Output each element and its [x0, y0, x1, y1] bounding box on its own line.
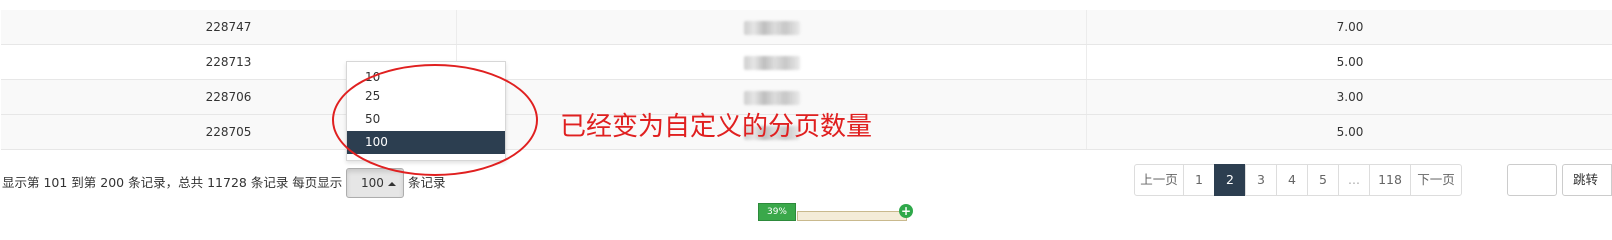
page-button[interactable]: 4	[1276, 164, 1308, 196]
table-row: 228713 5.00	[1, 45, 1612, 80]
jump-button[interactable]: 跳转	[1562, 164, 1612, 196]
floating-percent-badge: 39%	[758, 203, 796, 221]
blurred-text	[743, 55, 800, 70]
table-row: 228747 7.00	[1, 10, 1612, 45]
row-amount: 7.00	[1336, 20, 1364, 34]
row-amount: 5.00	[1336, 55, 1364, 69]
blurred-text	[743, 20, 800, 35]
pagination: 上一页 1 2 3 4 5 ... 118 下一页	[1134, 164, 1462, 196]
page-size-select-button[interactable]: 100	[346, 168, 404, 198]
page-button[interactable]: 3	[1245, 164, 1277, 196]
prev-page-button[interactable]: 上一页	[1134, 164, 1184, 196]
floating-progress-bar	[797, 211, 907, 221]
row-id: 228747	[1, 10, 457, 44]
page-size-option[interactable]: 10	[347, 70, 505, 85]
jump-page-input[interactable]	[1507, 164, 1557, 196]
row-name-blurred	[457, 10, 1087, 44]
page-size-dropdown-menu: 10 25 50 100	[346, 61, 506, 161]
page-size-value: 100	[361, 176, 384, 190]
plus-icon[interactable]: +	[899, 204, 913, 218]
page-ellipsis: ...	[1338, 164, 1370, 196]
blurred-text	[743, 90, 800, 105]
page-size-option-selected[interactable]: 100	[347, 131, 505, 154]
page-button[interactable]: 5	[1307, 164, 1339, 196]
row-amount: 3.00	[1336, 90, 1364, 104]
records-info-prefix: 显示第 101 到第 200 条记录，总共 11728 条记录 每页显示	[2, 175, 343, 190]
row-name-blurred	[457, 45, 1087, 79]
page-button-last[interactable]: 118	[1369, 164, 1411, 196]
next-page-button[interactable]: 下一页	[1410, 164, 1462, 196]
page-size-option[interactable]: 50	[347, 108, 505, 131]
records-info-suffix: 条记录	[408, 175, 446, 190]
caret-up-icon	[387, 181, 396, 186]
row-amount: 5.00	[1336, 125, 1364, 139]
annotation-text: 已经变为自定义的分页数量	[560, 112, 873, 142]
page-button-active[interactable]: 2	[1214, 164, 1246, 196]
page-button[interactable]: 1	[1183, 164, 1215, 196]
page-size-option[interactable]: 25	[347, 85, 505, 108]
